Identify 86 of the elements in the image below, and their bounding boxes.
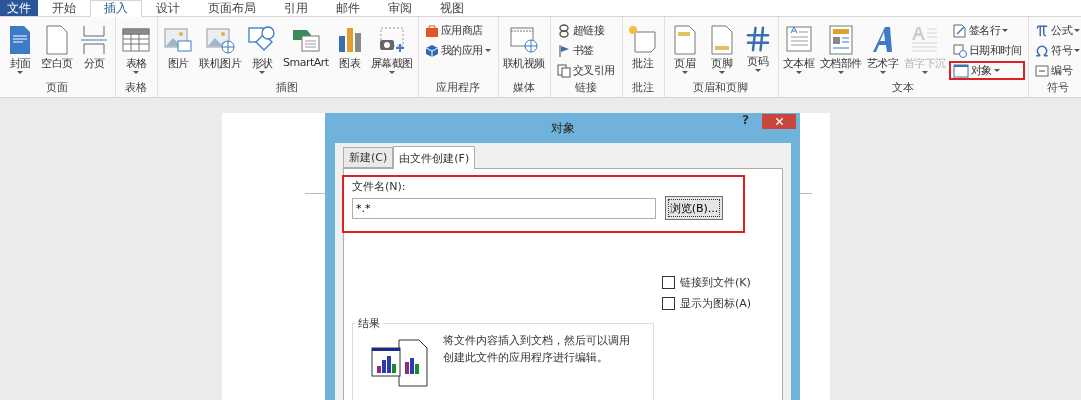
flag-icon bbox=[556, 43, 571, 58]
caret-icon bbox=[1074, 48, 1081, 53]
checkbox-option[interactable]: 链接到文件(K) bbox=[662, 275, 782, 290]
ribbon-button[interactable]: 联机图片 bbox=[197, 19, 243, 78]
group-label: 文本 bbox=[890, 80, 915, 96]
close-button[interactable] bbox=[762, 114, 796, 129]
ribbon-button[interactable]: 批注 bbox=[624, 19, 661, 78]
ribbon-button[interactable]: 书签 bbox=[552, 41, 619, 60]
menu-tab[interactable]: 文件 bbox=[0, 0, 38, 16]
numbering-icon bbox=[1035, 63, 1050, 78]
ribbon-button[interactable]: 空白页 bbox=[39, 19, 75, 78]
ribbon-button[interactable]: 封面 bbox=[2, 19, 38, 78]
embedded-chart-drawing bbox=[369, 338, 431, 388]
menu-tab[interactable]: 插入 bbox=[90, 0, 142, 17]
ribbon-button[interactable]: 符号 bbox=[1031, 41, 1081, 60]
caret-icon bbox=[259, 71, 265, 75]
caret-icon bbox=[837, 71, 844, 75]
ribbon-button[interactable]: 表格 bbox=[118, 19, 154, 78]
ribbon-button[interactable]: 公式 bbox=[1031, 21, 1081, 40]
group-title: 结果 bbox=[355, 316, 383, 331]
caret-icon bbox=[795, 71, 802, 75]
group-label: 应用程序 bbox=[434, 80, 481, 96]
caret-icon bbox=[133, 71, 139, 75]
caret-icon bbox=[754, 69, 761, 73]
ribbon-button[interactable]: 页眉 bbox=[666, 19, 703, 78]
field-label: 文件名(N): bbox=[352, 179, 407, 194]
pi-icon bbox=[1035, 23, 1050, 38]
help-button[interactable]: ? bbox=[742, 113, 749, 127]
ribbon-button[interactable]: 签名行 bbox=[948, 21, 1026, 40]
comment-icon bbox=[626, 24, 659, 56]
group-label: 表格 bbox=[124, 80, 148, 96]
caret-icon bbox=[17, 71, 23, 75]
ribbon-button[interactable]: 图表 bbox=[331, 19, 368, 78]
checkbox[interactable] bbox=[662, 297, 675, 310]
caret-icon bbox=[879, 71, 886, 75]
dialog-tab[interactable]: 新建(C) bbox=[343, 147, 394, 168]
ribbon-button[interactable]: 形状 bbox=[244, 19, 280, 78]
result-description: 将文件内容插入到文档，然后可以调用创建此文件的应用程序进行编辑。 bbox=[443, 333, 631, 366]
checkbox[interactable] bbox=[662, 276, 675, 289]
caret-icon bbox=[921, 71, 928, 75]
ribbon-button[interactable]: 应用商店 bbox=[420, 21, 495, 40]
ribbon-button[interactable]: 分页 bbox=[76, 19, 112, 78]
store-icon bbox=[424, 23, 439, 38]
caret-icon bbox=[681, 71, 688, 75]
group-label: 插图 bbox=[275, 80, 300, 96]
page-break-icon bbox=[78, 24, 110, 56]
group-label: 媒体 bbox=[511, 80, 536, 96]
ribbon-button[interactable]: 页码 bbox=[740, 19, 775, 78]
ribbon-button[interactable]: SmartArt bbox=[281, 19, 331, 78]
ribbon-button[interactable]: 日期和时间 bbox=[948, 41, 1026, 60]
ribbon-button[interactable]: 超链接 bbox=[552, 21, 619, 40]
dialog-tab[interactable]: 由文件创建(F) bbox=[393, 146, 476, 169]
ribbon-button[interactable]: 交叉引用 bbox=[552, 61, 619, 80]
ribbon-button[interactable]: 对象 bbox=[948, 61, 1026, 80]
ribbon-button[interactable]: 文档部件 bbox=[817, 19, 864, 78]
caret-icon bbox=[1074, 28, 1081, 33]
cross-reference-icon bbox=[556, 63, 571, 78]
close-icon bbox=[773, 116, 785, 127]
signature-line-icon bbox=[952, 23, 967, 38]
caret-icon bbox=[718, 71, 725, 75]
caret-icon bbox=[1002, 28, 1009, 33]
file-name-field[interactable]: *.* bbox=[352, 197, 656, 219]
caret-icon bbox=[993, 68, 1000, 73]
cube-icon bbox=[424, 43, 439, 58]
object-icon bbox=[952, 63, 969, 78]
checkbox-option[interactable]: 显示为图标(A) bbox=[662, 296, 782, 311]
ribbon-button[interactable]: 文本框 bbox=[780, 19, 817, 78]
group-label: 批注 bbox=[630, 80, 655, 96]
caret-icon bbox=[388, 71, 395, 75]
ribbon-button[interactable]: 图片 bbox=[160, 19, 196, 78]
dialog-title: 对象 bbox=[550, 120, 576, 136]
group-label: 页眉和页脚 bbox=[692, 80, 750, 96]
group-label: 符号 bbox=[1045, 80, 1070, 96]
ribbon-button[interactable]: 我的应用 bbox=[420, 41, 495, 60]
ribbon-button[interactable]: 联机视频 bbox=[500, 19, 547, 78]
ribbon-button[interactable]: 艺术字 bbox=[864, 19, 901, 78]
ribbon-button[interactable]: 屏幕截图 bbox=[368, 19, 415, 78]
calendar-clock-icon bbox=[952, 43, 967, 58]
video-icon bbox=[507, 24, 540, 56]
group-label: 页面 bbox=[45, 80, 69, 96]
ribbon-button[interactable]: 编号 bbox=[1031, 61, 1081, 80]
omega-icon bbox=[1035, 43, 1050, 58]
browse-button[interactable]: 浏览(B)... bbox=[665, 196, 723, 220]
caret-icon bbox=[484, 48, 491, 53]
group-label: 链接 bbox=[573, 80, 598, 96]
ribbon-button[interactable]: 页脚 bbox=[703, 19, 740, 78]
